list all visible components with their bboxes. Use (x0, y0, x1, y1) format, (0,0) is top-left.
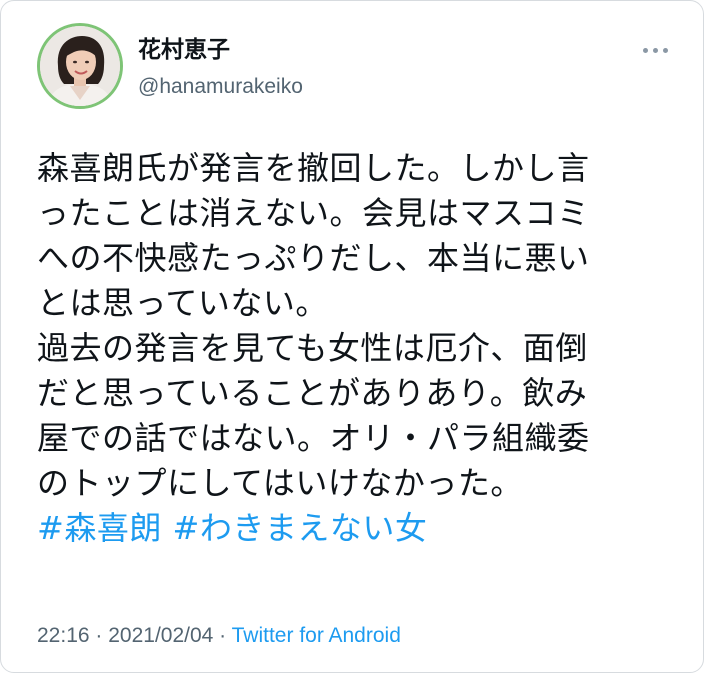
avatar[interactable] (37, 23, 123, 109)
tweet-meta: 22:16 · 2021/02/04 · Twitter for Android (37, 621, 401, 651)
tweet-line: とは思っていない。 (37, 284, 328, 322)
meta-separator: · (213, 624, 232, 647)
display-name[interactable]: 花村恵子 (138, 35, 230, 65)
tweet-line: ったことは消えない。会見はマスコミ (37, 194, 590, 232)
tweet-line: だと思っていることがありあり。飲み (37, 374, 588, 412)
hashtag-line: #森喜朗 #わきまえない女 (37, 506, 677, 551)
tweet-line: への不快感たっぷりだし、本当に悪い (37, 239, 590, 277)
handle[interactable]: @hanamurakeiko (138, 73, 303, 101)
profile-photo-icon (40, 26, 120, 106)
meta-separator: · (89, 624, 109, 647)
more-dots-icon[interactable] (642, 45, 670, 57)
more-dot (663, 48, 668, 53)
more-dot (653, 48, 658, 53)
tweet-date[interactable]: 2021/02/04 (108, 624, 213, 647)
more-dot (643, 48, 648, 53)
tweet-line: 過去の発言を見ても女性は厄介、面倒 (37, 329, 588, 367)
hashtag-link[interactable]: #森喜朗 (37, 509, 162, 547)
tweet-source-link[interactable]: Twitter for Android (232, 624, 401, 647)
tweet-line: 森喜朗氏が発言を撤回した。しかし言 (37, 149, 590, 187)
tweet-line: 屋での話ではない。オリ・パラ組織委 (37, 419, 590, 457)
tweet-line: のトップにしてはいけなかった。 (37, 464, 523, 502)
tweet-text: 森喜朗氏が発言を撤回した。しかし言 ったことは消えない。会見はマスコミ への不快… (37, 146, 677, 551)
hashtag-link[interactable]: #わきまえない女 (173, 509, 428, 547)
tweet-time[interactable]: 22:16 (37, 624, 90, 647)
tweet-card: 花村恵子 @hanamurakeiko 森喜朗氏が発言を撤回した。しかし言 った… (0, 0, 704, 673)
